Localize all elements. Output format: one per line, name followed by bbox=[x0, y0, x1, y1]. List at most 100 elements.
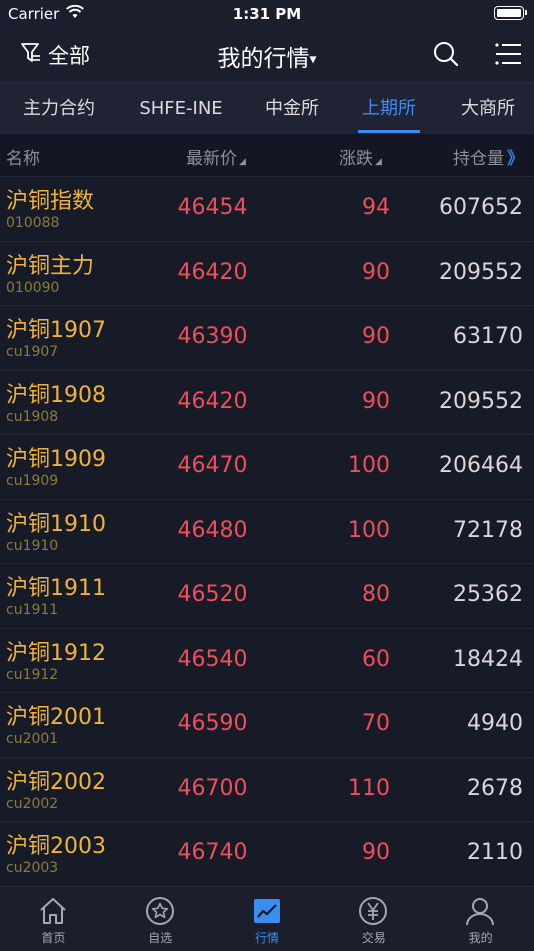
col-change-header[interactable]: 涨跌 ◢ bbox=[339, 144, 382, 169]
quote-row[interactable]: 沪铜2001 cu2001 46590 70 4940 bbox=[0, 692, 534, 757]
contract-code: cu1910 bbox=[6, 537, 59, 554]
contract-name: 沪铜1912 bbox=[6, 640, 106, 666]
tabbar-trade-label: 交易 bbox=[361, 931, 386, 945]
price-change: 70 bbox=[362, 711, 390, 736]
open-interest: 2678 bbox=[467, 775, 523, 801]
open-interest: 2110 bbox=[467, 840, 523, 865]
tab-cffex[interactable]: 中金所 bbox=[256, 83, 328, 134]
sort-icon: ◢ bbox=[375, 157, 382, 167]
contract-code: cu1909 bbox=[6, 473, 59, 489]
col-change-label: 涨跌 bbox=[339, 149, 373, 169]
quote-row[interactable]: 沪铜主力 010090 46420 90 209552 bbox=[0, 240, 534, 305]
quote-row[interactable]: 沪铜1912 cu1912 46540 60 18424 bbox=[0, 627, 534, 692]
open-interest: 25362 bbox=[453, 582, 523, 607]
open-interest: 209552 bbox=[439, 259, 523, 285]
tabbar-watchlist[interactable]: 自选 bbox=[107, 887, 214, 951]
col-oi-label: 持仓量 bbox=[453, 149, 504, 169]
contract-code: 010088 bbox=[6, 215, 60, 231]
chevron-down-icon: ▾ bbox=[309, 51, 317, 68]
open-interest: 206464 bbox=[439, 453, 523, 478]
tabbar-home-label: 首页 bbox=[41, 931, 66, 945]
tabbar-watchlist-label: 自选 bbox=[148, 931, 173, 945]
tabbar-trade[interactable]: 交易 bbox=[320, 887, 427, 951]
last-price: 46420 bbox=[177, 259, 248, 285]
price-change: 94 bbox=[362, 195, 390, 220]
list-menu-icon bbox=[494, 43, 522, 72]
price-change: 80 bbox=[362, 582, 390, 607]
contract-code: cu2002 bbox=[6, 795, 59, 812]
tab-shfe-ine[interactable]: SHFE-INE bbox=[126, 83, 236, 134]
status-bar: Carrier 1:31 PM bbox=[0, 0, 534, 28]
contract-name: 沪铜1907 bbox=[6, 318, 106, 343]
menu-button[interactable] bbox=[494, 40, 522, 72]
quote-row[interactable]: 沪铜2003 cu2003 46740 90 2110 bbox=[0, 821, 534, 886]
last-price: 46470 bbox=[177, 453, 248, 478]
last-price: 46740 bbox=[177, 840, 248, 865]
contract-name: 沪铜2003 bbox=[6, 834, 106, 859]
contract-name: 沪铜1911 bbox=[6, 576, 106, 601]
quote-row[interactable]: 沪铜2002 cu2002 46700 110 2678 bbox=[0, 756, 534, 821]
quote-row[interactable]: 沪铜1910 cu1910 46480 100 72178 bbox=[0, 498, 534, 563]
price-change: 90 bbox=[362, 388, 390, 414]
open-interest: 18424 bbox=[453, 646, 523, 672]
col-price-header[interactable]: 最新价 ◢ bbox=[186, 144, 246, 169]
status-time: 1:31 PM bbox=[232, 5, 302, 23]
bottom-tab-bar: 首页 自选 行情 交易 我的 bbox=[0, 886, 534, 951]
quote-row[interactable]: 沪铜1909 cu1909 46470 100 206464 bbox=[0, 434, 534, 499]
price-change: 100 bbox=[348, 453, 390, 478]
double-chevron-right-icon[interactable]: 》 bbox=[507, 149, 524, 169]
last-price: 46480 bbox=[177, 517, 248, 543]
contract-code: cu1908 bbox=[6, 408, 59, 425]
contract-code: cu2003 bbox=[6, 860, 59, 876]
open-interest: 72178 bbox=[453, 517, 523, 543]
contract-name: 沪铜1908 bbox=[6, 382, 106, 408]
contract-name: 沪铜主力 bbox=[6, 253, 95, 279]
last-price: 46700 bbox=[177, 775, 248, 801]
contract-code: cu1912 bbox=[6, 666, 59, 683]
contract-name: 沪铜1910 bbox=[6, 511, 106, 537]
price-change: 90 bbox=[362, 259, 390, 285]
tab-shfe[interactable]: 上期所 bbox=[358, 83, 420, 134]
contract-code: cu1911 bbox=[6, 602, 59, 618]
page-title-text: 我的行情 bbox=[217, 46, 310, 72]
tabbar-profile-label: 我的 bbox=[468, 931, 493, 945]
last-price: 46590 bbox=[177, 711, 248, 736]
quote-row[interactable]: 沪铜1908 cu1908 46420 90 209552 bbox=[0, 369, 534, 434]
contract-code: cu1907 bbox=[6, 344, 59, 360]
col-price-label: 最新价 bbox=[186, 149, 237, 169]
battery-icon bbox=[494, 6, 527, 20]
price-change: 60 bbox=[362, 646, 390, 672]
quote-row[interactable]: 沪铜1911 cu1911 46520 80 25362 bbox=[0, 563, 534, 628]
tabbar-profile[interactable]: 我的 bbox=[427, 887, 534, 951]
tab-main-contracts[interactable]: 主力合约 bbox=[0, 83, 118, 134]
nav-bar: 全部 我的行情▾ bbox=[0, 28, 534, 82]
search-button[interactable] bbox=[432, 40, 460, 72]
contract-name: 沪铜1909 bbox=[6, 447, 106, 472]
tabbar-quotes-label: 行情 bbox=[254, 931, 279, 945]
price-change: 90 bbox=[362, 840, 390, 865]
contract-name: 沪铜2001 bbox=[6, 705, 106, 730]
search-icon bbox=[432, 42, 460, 72]
price-change: 110 bbox=[348, 775, 390, 801]
sort-icon: ◢ bbox=[239, 157, 246, 167]
quote-row[interactable]: 沪铜1907 cu1907 46390 90 63170 bbox=[0, 305, 534, 370]
contract-code: 010090 bbox=[6, 279, 60, 296]
last-price: 46454 bbox=[177, 195, 248, 220]
open-interest: 4940 bbox=[467, 711, 523, 736]
tab-dce[interactable]: 大商所 bbox=[452, 83, 524, 134]
tabbar-home[interactable]: 首页 bbox=[0, 887, 107, 951]
column-header: 名称 最新价 ◢ 涨跌 ◢ 持仓量》 bbox=[0, 134, 534, 176]
col-oi-header[interactable]: 持仓量》 bbox=[453, 144, 524, 169]
quote-row[interactable]: 沪铜指数 010088 46454 94 607652 bbox=[0, 176, 534, 241]
open-interest: 63170 bbox=[453, 324, 523, 349]
contract-name: 沪铜2002 bbox=[6, 769, 106, 795]
last-price: 46390 bbox=[177, 324, 248, 349]
exchange-tabs: 主力合约 SHFE-INE 中金所 上期所 大商所 bbox=[0, 82, 534, 134]
col-name-header: 名称 bbox=[6, 149, 40, 169]
quote-list: 沪铜指数 010088 46454 94 607652 沪铜主力 010090 46420 90… bbox=[0, 176, 534, 886]
contract-name: 沪铜指数 bbox=[6, 189, 95, 214]
tabbar-quotes[interactable]: 行情 bbox=[214, 887, 321, 951]
last-price: 46540 bbox=[177, 646, 248, 672]
price-change: 90 bbox=[362, 324, 390, 349]
price-change: 100 bbox=[348, 517, 390, 543]
